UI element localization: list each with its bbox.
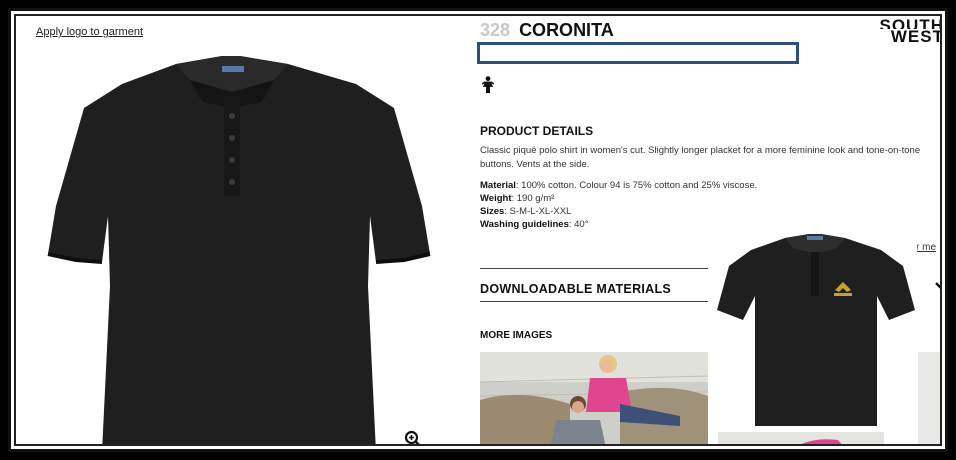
lifestyle-photo-thumbnail[interactable]: [480, 352, 708, 446]
brand-line2: WEST: [890, 27, 942, 46]
washing-spec: Washing guidelines: 40°: [480, 219, 589, 230]
material-value: : 100% cotton. Colour 94 is 75% cotton a…: [515, 180, 758, 191]
main-product-image[interactable]: [26, 56, 446, 446]
sizes-value: : S-M-L-XL-XXL: [504, 206, 572, 217]
zoom-in-icon[interactable]: [404, 430, 422, 446]
product-name: CORONITA: [519, 20, 614, 40]
product-page: Apply logo to garment 328 CORONITA SOUTH…: [14, 14, 942, 446]
brand-logo[interactable]: SOUTH WEST: [858, 18, 942, 46]
divider-top: [480, 268, 708, 269]
weight-spec: Weight: 190 g/m²: [480, 193, 554, 204]
washing-value: : 40°: [568, 219, 589, 230]
sizes-label: Sizes: [480, 206, 505, 217]
read-more-link[interactable]: r me: [916, 242, 936, 253]
weight-value: : 190 g/m²: [511, 193, 555, 204]
pink-shirt-thumbnail[interactable]: [718, 432, 884, 446]
product-title: 328 CORONITA: [480, 20, 614, 41]
sizes-spec: Sizes: S-M-L-XL-XXL: [480, 206, 571, 217]
washing-label: Washing guidelines: [480, 219, 569, 230]
material-label: Material: [480, 180, 516, 191]
product-number: 328: [480, 20, 511, 40]
highlight-box: [477, 42, 799, 64]
logo-preview-image[interactable]: [713, 230, 917, 430]
chevron-down-icon[interactable]: [934, 280, 942, 292]
downloadable-materials-toggle[interactable]: DOWNLOADABLE MATERIALS: [480, 282, 671, 296]
female-icon: [482, 76, 494, 93]
product-info-panel: 328 CORONITA SOUTH WEST PRODUCT DETAILS …: [477, 16, 942, 446]
divider-bottom: [480, 301, 708, 302]
product-description: Classic piqué polo shirt in women's cut.…: [480, 145, 921, 170]
more-images-heading: MORE IMAGES: [480, 330, 553, 341]
apply-logo-link[interactable]: Apply logo to garment: [36, 26, 143, 38]
material-spec: Material: 100% cotton. Colour 94 is 75% …: [480, 180, 757, 191]
additional-image-thumbnail[interactable]: [918, 352, 940, 444]
weight-label: Weight: [480, 193, 512, 204]
product-details-heading: PRODUCT DETAILS: [480, 124, 594, 138]
